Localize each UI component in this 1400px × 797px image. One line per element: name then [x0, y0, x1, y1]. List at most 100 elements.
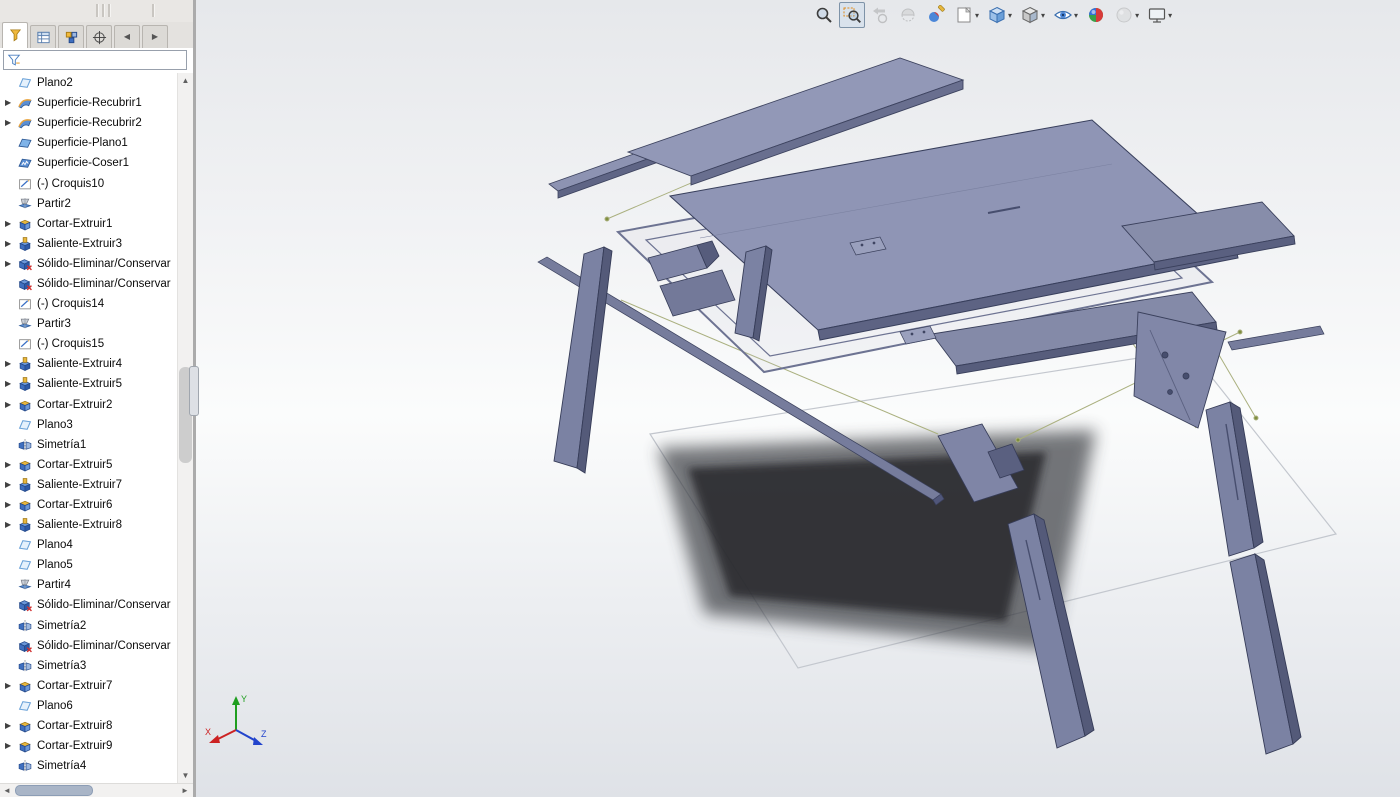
tree-item[interactable]: ▶Saliente-Extruir5: [0, 374, 177, 394]
tree-horizontal-scrollbar[interactable]: ◄ ►: [0, 783, 193, 797]
tree-item[interactable]: ▶ Superficie-Recubrir2: [0, 113, 177, 133]
expand-arrow-icon[interactable]: ▶: [0, 380, 18, 388]
scroll-up-button[interactable]: ▲: [178, 73, 193, 88]
chevron-down-icon[interactable]: ▾: [1168, 11, 1172, 20]
tree-item[interactable]: Plano6: [0, 696, 177, 716]
edit-appearance-button[interactable]: [923, 2, 949, 28]
expand-arrow-icon[interactable]: ▶: [0, 401, 18, 409]
tree-item[interactable]: Sólido-Eliminar/Conservar: [0, 274, 177, 294]
tree-item[interactable]: ▶Superficie-Recubrir1: [0, 93, 177, 113]
zoom-to-area-button[interactable]: [839, 2, 865, 28]
tree-item[interactable]: Partir4: [0, 575, 177, 595]
expand-arrow-icon[interactable]: ▶: [0, 722, 18, 730]
feature-tree: Plano2▶Superficie-Recubrir1▶Superficie-R…: [0, 73, 177, 783]
chevron-down-icon[interactable]: ▾: [1041, 11, 1045, 20]
scroll-right-button[interactable]: ►: [178, 784, 192, 797]
tab-scroll-right[interactable]: ▶: [142, 25, 168, 48]
apply-scene-button[interactable]: ▾: [951, 2, 982, 28]
expand-arrow-icon[interactable]: ▶: [0, 119, 18, 127]
toolbar-grip: [108, 4, 111, 17]
tree-item[interactable]: Plano5: [0, 555, 177, 575]
expand-arrow-icon[interactable]: ▶: [0, 360, 18, 368]
tree-item[interactable]: Simetría3: [0, 656, 177, 676]
display-style-button[interactable]: ▾: [1017, 2, 1048, 28]
featuremanager-panel: ◀▶ Plano2▶Superficie-Recubrir1▶Superfici…: [0, 0, 193, 797]
tree-item[interactable]: Superficie-Coser1: [0, 153, 177, 173]
manager-tabs: ◀▶: [0, 22, 193, 48]
tree-item[interactable]: Plano3: [0, 415, 177, 435]
expand-arrow-icon[interactable]: ▶: [0, 521, 18, 529]
expand-arrow-icon[interactable]: ▶: [0, 682, 18, 690]
expand-arrow-icon[interactable]: ▶: [0, 240, 18, 248]
scroll-left-button[interactable]: ◄: [0, 784, 14, 797]
view-orientation-button[interactable]: ▾: [984, 2, 1015, 28]
propertymanager-tab[interactable]: [30, 25, 56, 48]
tree-item-label: Simetría4: [37, 760, 86, 772]
featuremanager-tab[interactable]: [2, 22, 28, 48]
tree-item[interactable]: ▶Cortar-Extruir2: [0, 395, 177, 415]
tree-item[interactable]: ▶ Cortar-Extruir6: [0, 495, 177, 515]
tree-item[interactable]: Sólido-Eliminar/Conservar: [0, 636, 177, 656]
tree-item[interactable]: Superficie-Plano1: [0, 133, 177, 153]
tree-item[interactable]: Simetría1: [0, 435, 177, 455]
surface-loft-icon: [18, 96, 33, 110]
model-short-rail[interactable]: [1228, 326, 1324, 350]
tree-item[interactable]: Partir2: [0, 194, 177, 214]
panel-splitter-handle[interactable]: [189, 366, 199, 416]
configurationmanager-tab[interactable]: [58, 25, 84, 48]
tree-item[interactable]: ▶Saliente-Extruir8: [0, 515, 177, 535]
tree-item[interactable]: Sólido-Eliminar/Conservar: [0, 595, 177, 615]
scroll-down-button[interactable]: ▼: [178, 768, 193, 783]
tree-item[interactable]: ▶Cortar-Extruir1: [0, 214, 177, 234]
tree-item[interactable]: ▶Cortar-Extruir8: [0, 716, 177, 736]
tree-item[interactable]: Simetría4: [0, 756, 177, 776]
chevron-down-icon[interactable]: ▾: [1135, 11, 1139, 20]
split-icon: [18, 197, 33, 211]
tree-item[interactable]: ▶Saliente-Extruir7: [0, 475, 177, 495]
tree-item-label: Cortar-Extruir5: [37, 459, 112, 471]
tree-item-label: Cortar-Extruir6: [37, 499, 112, 511]
tree-item[interactable]: Plano2: [0, 73, 177, 93]
tree-item-label: Plano4: [37, 539, 73, 551]
exploded-desk-model[interactable]: [196, 0, 1400, 797]
expand-arrow-icon[interactable]: ▶: [0, 501, 18, 509]
realview-graphics-button[interactable]: [1083, 2, 1109, 28]
tree-item-label: Saliente-Extruir4: [37, 358, 122, 370]
expand-arrow-icon[interactable]: ▶: [0, 481, 18, 489]
tree-item[interactable]: Plano4: [0, 535, 177, 555]
tree-item-label: Superficie-Recubrir2: [37, 117, 142, 129]
section-view-button: [895, 2, 921, 28]
tab-scroll-left[interactable]: ◀: [114, 25, 140, 48]
chevron-down-icon[interactable]: ▾: [1008, 11, 1012, 20]
expand-arrow-icon[interactable]: ▶: [0, 742, 18, 750]
mirror-icon: [18, 659, 33, 673]
tree-item[interactable]: ▶Cortar-Extruir7: [0, 676, 177, 696]
dimxpertmanager-tab[interactable]: [86, 25, 112, 48]
tree-item[interactable]: (-) Croquis14: [0, 294, 177, 314]
expand-arrow-icon[interactable]: ▶: [0, 220, 18, 228]
chevron-down-icon[interactable]: ▾: [1074, 11, 1078, 20]
graphics-area[interactable]: ▾▾▾▾▾▾ Y X Z: [196, 0, 1400, 797]
tree-item[interactable]: Partir3: [0, 314, 177, 334]
expand-arrow-icon[interactable]: ▶: [0, 260, 18, 268]
expand-arrow-icon[interactable]: ▶: [0, 461, 18, 469]
tree-item[interactable]: (-) Croquis15: [0, 334, 177, 354]
zoom-to-fit-button[interactable]: [811, 2, 837, 28]
tree-filter-input[interactable]: [3, 50, 187, 70]
toolbar-grip: [102, 4, 105, 17]
tree-item[interactable]: ▶Saliente-Extruir3: [0, 234, 177, 254]
tree-item[interactable]: (-) Croquis10: [0, 173, 177, 193]
tree-item[interactable]: ▶ Saliente-Extruir4: [0, 354, 177, 374]
tree-vertical-scrollbar[interactable]: ▲ ▼: [177, 73, 193, 783]
hide-show-items-button[interactable]: ▾: [1050, 2, 1081, 28]
view-settings-button[interactable]: ▾: [1144, 2, 1175, 28]
tree-item[interactable]: ▶Sólido-Eliminar/Conservar: [0, 254, 177, 274]
tree-item-label: Sólido-Eliminar/Conservar: [37, 599, 171, 611]
horizontal-scroll-thumb[interactable]: [15, 785, 93, 796]
tree-item[interactable]: ▶Cortar-Extruir9: [0, 736, 177, 756]
tree-item[interactable]: ▶ Cortar-Extruir5: [0, 455, 177, 475]
plane-icon: [18, 699, 33, 713]
expand-arrow-icon[interactable]: ▶: [0, 99, 18, 107]
tree-item[interactable]: Simetría2: [0, 616, 177, 636]
chevron-down-icon[interactable]: ▾: [975, 11, 979, 20]
